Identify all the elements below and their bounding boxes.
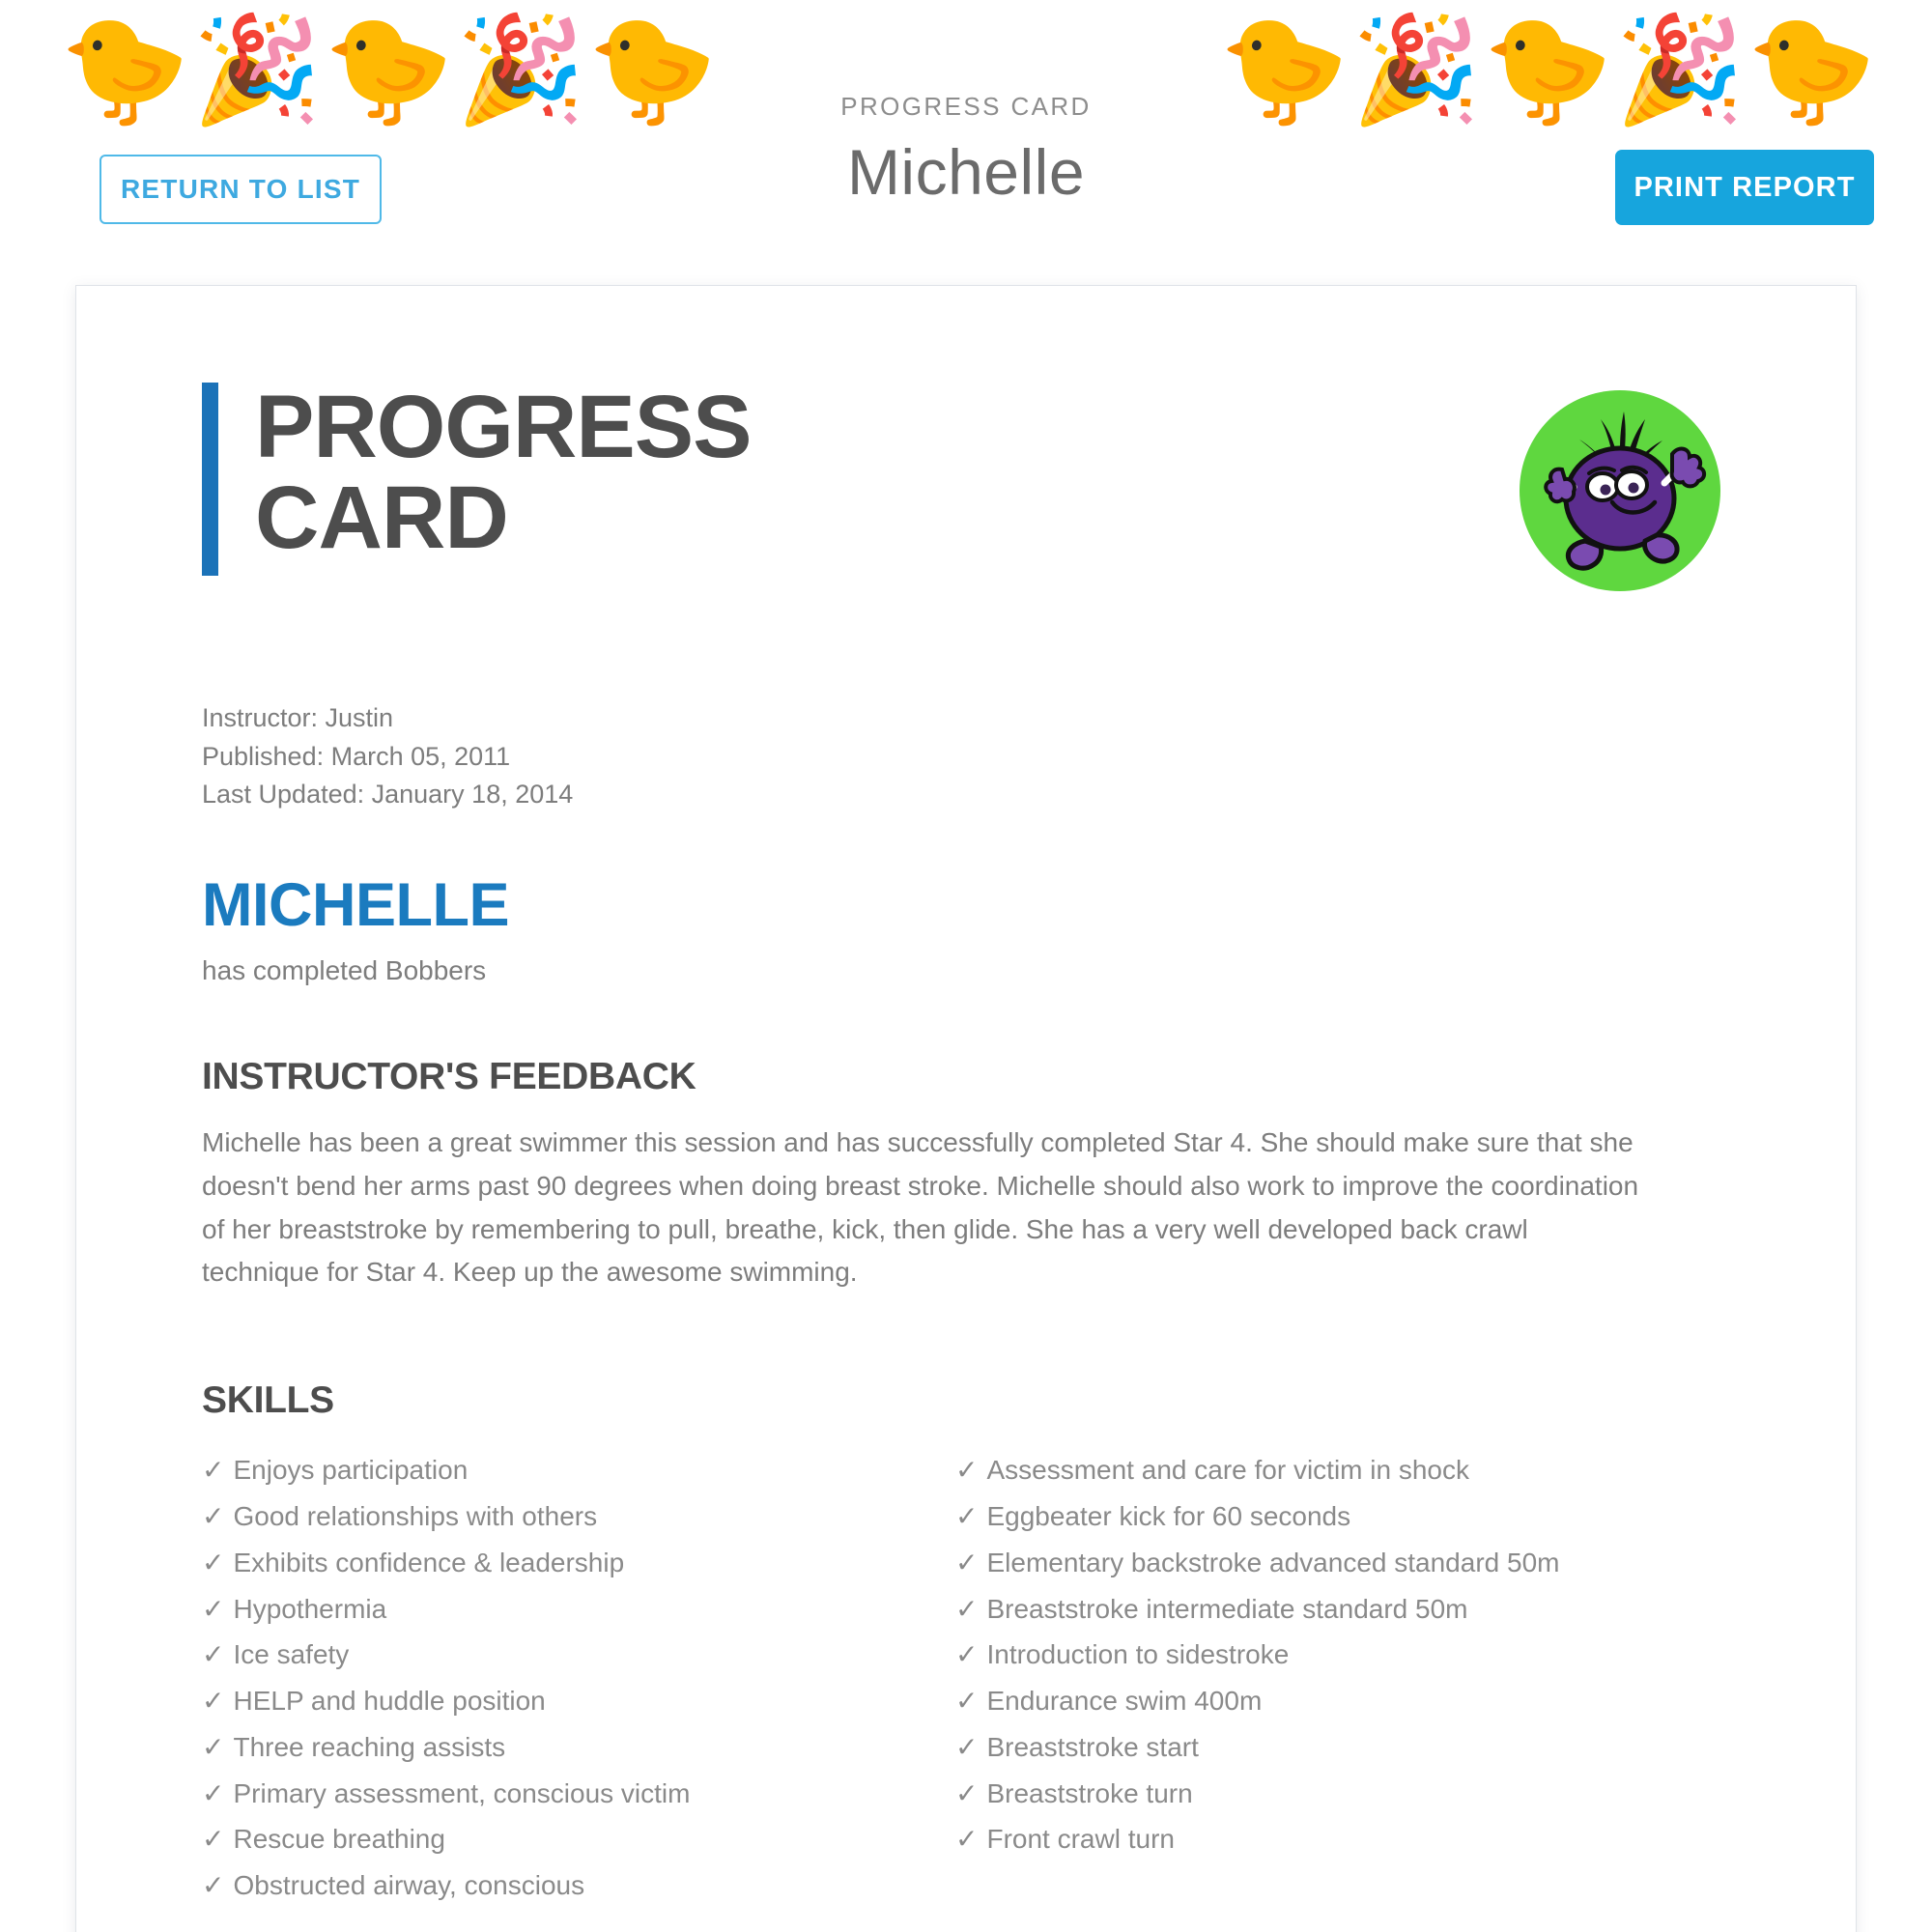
skill-label: Ice safety — [233, 1639, 350, 1670]
check-icon: ✓ — [955, 1731, 979, 1762]
meta-last-updated: Last Updated: January 18, 2014 — [202, 780, 574, 810]
party-popper-icon: 🎉 — [1614, 11, 1747, 128]
skill-label: Assessment and care for victim in shock — [986, 1455, 1469, 1486]
meta-instructor: Instructor: Justin — [202, 703, 394, 732]
skill-item: ✓ HELP and huddle position — [202, 1678, 936, 1724]
check-icon: ✓ — [202, 1501, 225, 1531]
skill-item: ✓ Breaststroke start — [955, 1724, 1730, 1771]
skill-item: ✓ Good relationships with others — [202, 1493, 936, 1540]
skill-item: ✓ Front crawl turn — [955, 1816, 1730, 1862]
check-icon: ✓ — [955, 1824, 979, 1855]
skill-item: ✓ Eggbeater kick for 60 seconds — [955, 1493, 1730, 1540]
meta-published: Published: March 05, 2011 — [202, 741, 511, 771]
skill-label: Introduction to sidestroke — [986, 1639, 1290, 1670]
decorative-emoji-row-right: 🐤 🎉 🐤 🎉 🐤 — [1219, 17, 1878, 122]
accent-bar — [202, 383, 218, 576]
return-to-list-button[interactable]: RETURN TO LIST — [99, 155, 382, 224]
check-icon: ✓ — [955, 1455, 979, 1486]
skill-item: ✓ Enjoys participation — [202, 1447, 936, 1493]
check-icon: ✓ — [202, 1686, 225, 1716]
skill-label: Hypothermia — [233, 1593, 387, 1624]
duck-icon: 🐤 — [60, 11, 192, 128]
skill-item: ✓ Breaststroke intermediate standard 50m — [955, 1586, 1730, 1633]
document-header: PROGRESS CARD — [202, 382, 1730, 591]
check-icon: ✓ — [955, 1547, 979, 1577]
document-metadata: Instructor: Justin Published: March 05, … — [202, 699, 1730, 814]
check-icon: ✓ — [955, 1639, 979, 1670]
check-icon: ✓ — [202, 1455, 225, 1486]
skill-label: Front crawl turn — [986, 1824, 1175, 1855]
skill-item: ✓ Elementary backstroke advanced standard… — [955, 1540, 1730, 1586]
duck-icon: 🐤 — [1746, 11, 1879, 128]
skill-item: ✓ Ice safety — [202, 1632, 936, 1678]
skill-item: ✓ Introduction to sidestroke — [955, 1632, 1730, 1678]
check-icon: ✓ — [202, 1731, 225, 1762]
skill-label: Breaststroke start — [986, 1731, 1199, 1762]
skill-item: ✓ Three reaching assists — [202, 1724, 936, 1771]
duck-icon: 🐤 — [586, 11, 720, 128]
check-icon: ✓ — [202, 1777, 225, 1808]
document-title-line1: PROGRESS — [255, 378, 752, 476]
document-title-line2: CARD — [255, 468, 509, 567]
skill-label: Breaststroke turn — [986, 1777, 1193, 1808]
skill-label: Good relationships with others — [233, 1501, 598, 1531]
skill-item: ✓ Obstructed airway, conscious — [202, 1862, 936, 1909]
check-icon: ✓ — [955, 1501, 979, 1531]
skill-item: ✓ Hypothermia — [202, 1586, 936, 1633]
party-popper-icon: 🎉 — [191, 11, 324, 128]
document-title-group: PROGRESS CARD — [202, 382, 752, 576]
progress-card-page: 🐤 🎉 🐤 🎉 🐤 🐤 🎉 🐤 🎉 🐤 RETURN TO LIST PROGR… — [0, 0, 1932, 1932]
check-icon: ✓ — [955, 1777, 979, 1808]
skills-grid: ✓ Enjoys participation ✓ Good relationship… — [202, 1447, 1730, 1909]
duck-icon: 🐤 — [1482, 11, 1615, 128]
skill-item: ✓ Endurance swim 400m — [955, 1678, 1730, 1724]
skill-label: Breaststroke intermediate standard 50m — [986, 1593, 1468, 1624]
student-name-heading: MICHELLE — [202, 871, 509, 940]
completed-level-text: has completed Bobbers — [202, 955, 487, 986]
skill-label: Eggbeater kick for 60 seconds — [986, 1501, 1351, 1531]
duck-icon: 🐤 — [323, 11, 456, 128]
feedback-body-text: Michelle has been a great swimmer this s… — [202, 1127, 1639, 1288]
decorative-emoji-row-left: 🐤 🎉 🐤 🎉 🐤 — [60, 17, 719, 122]
skill-item: ✓ Assessment and care for victim in shock — [955, 1447, 1730, 1493]
skill-label: Enjoys participation — [233, 1455, 469, 1486]
skill-label: Rescue breathing — [233, 1824, 445, 1855]
document-title: PROGRESS CARD — [255, 382, 752, 576]
check-icon: ✓ — [202, 1639, 225, 1670]
duck-icon: 🐤 — [1219, 11, 1351, 128]
check-icon: ✓ — [202, 1547, 225, 1577]
skill-label: Primary assessment, conscious victim — [233, 1777, 691, 1808]
skill-label: Endurance swim 400m — [986, 1686, 1263, 1716]
skills-section-heading: SKILLS — [202, 1379, 334, 1422]
skill-item: ✓ Breaststroke turn — [955, 1771, 1730, 1817]
print-report-button[interactable]: PRINT REPORT — [1615, 150, 1874, 225]
skills-column-right: ✓ Assessment and care for victim in shock… — [955, 1447, 1730, 1909]
bobbers-mascot-badge-icon — [1520, 390, 1720, 591]
progress-card-document: PROGRESS CARD Instructor: Justin Publish… — [75, 285, 1857, 1932]
skill-item: ✓ Rescue breathing — [202, 1816, 936, 1862]
check-icon: ✓ — [955, 1686, 979, 1716]
check-icon: ✓ — [202, 1870, 225, 1900]
skill-item: ✓ Exhibits confidence & leadership — [202, 1540, 936, 1586]
skill-label: Obstructed airway, conscious — [233, 1870, 585, 1900]
check-icon: ✓ — [202, 1593, 225, 1624]
skill-label: Elementary backstroke advanced standard … — [986, 1547, 1560, 1577]
skill-label: Three reaching assists — [233, 1731, 506, 1762]
check-icon: ✓ — [955, 1593, 979, 1624]
skill-label: HELP and huddle position — [233, 1686, 546, 1716]
skill-item: ✓ Primary assessment, conscious victim — [202, 1771, 936, 1817]
check-icon: ✓ — [202, 1824, 225, 1855]
party-popper-icon: 🎉 — [455, 11, 587, 128]
party-popper-icon: 🎉 — [1350, 11, 1483, 128]
skill-label: Exhibits confidence & leadership — [233, 1547, 625, 1577]
skills-column-left: ✓ Enjoys participation ✓ Good relationship… — [202, 1447, 936, 1909]
top-toolbar: 🐤 🎉 🐤 🎉 🐤 🐤 🎉 🐤 🎉 🐤 RETURN TO LIST PROGR… — [0, 0, 1932, 285]
feedback-section-heading: INSTRUCTOR'S FEEDBACK — [202, 1056, 696, 1098]
